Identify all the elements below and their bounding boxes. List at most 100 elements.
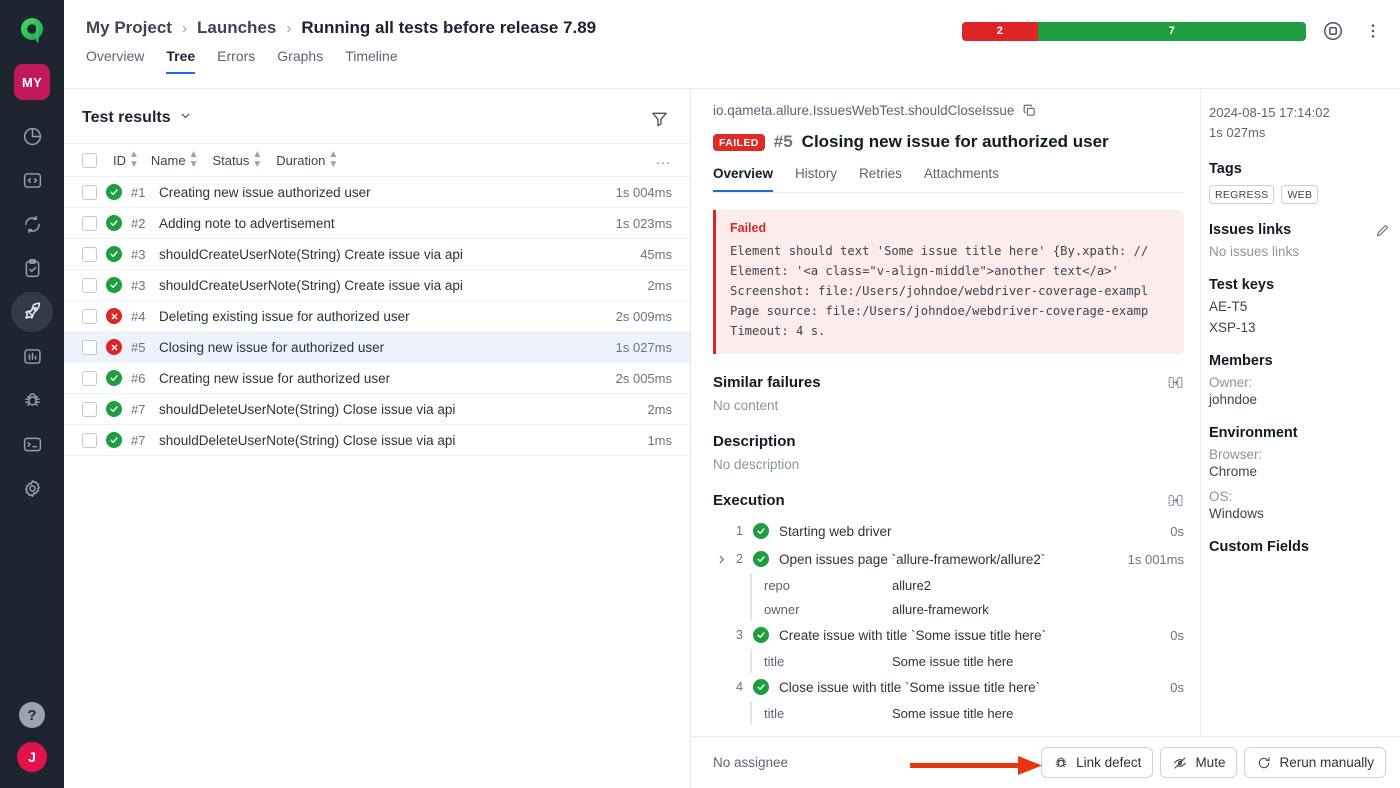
sidebar-item-launches[interactable] bbox=[11, 292, 53, 332]
row-checkbox[interactable] bbox=[82, 432, 97, 448]
tab-tree[interactable]: Tree bbox=[166, 48, 196, 74]
row-duration: 1s 027ms bbox=[615, 339, 672, 355]
expand-sections-icon[interactable] bbox=[1167, 374, 1184, 391]
test-results-title[interactable]: Test results bbox=[82, 109, 192, 127]
launch-tabs: Overview Tree Errors Graphs Timeline bbox=[80, 48, 1384, 74]
execution-step[interactable]: 3 Create issue with title `Some issue tit… bbox=[713, 621, 1184, 649]
sidebar-item-dashboard[interactable] bbox=[11, 116, 53, 156]
content-area: Test results ID ▲ ▼ Name ▲ ▼ Status ▲ ▼ … bbox=[64, 88, 1400, 788]
issues-links-header: Issues links bbox=[1209, 222, 1390, 238]
mute-button[interactable]: Mute bbox=[1160, 747, 1238, 778]
parameter-key: title bbox=[764, 653, 785, 669]
test-results-pane: Test results ID ▲ ▼ Name ▲ ▼ Status ▲ ▼ … bbox=[64, 89, 691, 788]
tab-overview-detail[interactable]: Overview bbox=[713, 166, 774, 192]
row-name: Deleting existing issue for authorized u… bbox=[159, 308, 410, 324]
avatar[interactable]: J bbox=[17, 742, 47, 772]
row-id: #4 bbox=[131, 308, 146, 324]
copy-icon[interactable] bbox=[1022, 103, 1037, 118]
tab-timeline[interactable]: Timeline bbox=[345, 48, 397, 74]
test-key-item[interactable]: AE-T5 bbox=[1209, 299, 1390, 314]
test-key-item[interactable]: XSP-13 bbox=[1209, 320, 1390, 335]
expand-sections-icon[interactable] bbox=[1167, 492, 1184, 509]
tab-errors[interactable]: Errors bbox=[217, 48, 255, 74]
row-checkbox[interactable] bbox=[82, 246, 97, 262]
allure-logo-icon[interactable] bbox=[14, 14, 50, 50]
row-duration: 2s 005ms bbox=[615, 370, 672, 386]
tab-retries[interactable]: Retries bbox=[859, 166, 902, 192]
link-defect-button[interactable]: Link defect bbox=[1041, 747, 1154, 778]
table-row[interactable]: #2 Adding note to advertisement 1s 023ms bbox=[64, 208, 690, 239]
table-row[interactable]: #1 Creating new issue authorized user 1s 0… bbox=[64, 177, 690, 208]
table-row[interactable]: #7 shouldDeleteUserNote(String) Close iss… bbox=[64, 425, 690, 456]
table-row[interactable]: #5 Closing new issue for authorized user 1… bbox=[64, 332, 690, 363]
test-results-header: Test results bbox=[64, 89, 690, 143]
breadcrumb-item-project[interactable]: My Project bbox=[86, 18, 172, 38]
row-name: shouldCreateUserNote(String) Create issu… bbox=[159, 277, 463, 293]
step-parameters: repo allure2 owner allure-framework bbox=[750, 573, 1184, 621]
filter-funnel-icon[interactable] bbox=[646, 105, 672, 131]
pencil-edit-icon[interactable] bbox=[1375, 223, 1390, 238]
column-header-name[interactable]: Name ▲ ▼ bbox=[151, 150, 199, 170]
project-badge[interactable]: MY bbox=[14, 64, 50, 100]
breadcrumb-item-launches[interactable]: Launches bbox=[197, 18, 276, 38]
column-header-duration[interactable]: Duration ▲ ▼ bbox=[276, 150, 338, 170]
table-row[interactable]: #6 Creating new issue for authorized user… bbox=[64, 363, 690, 394]
tab-history[interactable]: History bbox=[795, 166, 837, 192]
tab-attachments[interactable]: Attachments bbox=[924, 166, 999, 192]
sidebar-item-settings[interactable] bbox=[11, 468, 53, 508]
sidebar-item-sync[interactable] bbox=[11, 204, 53, 244]
table-row[interactable]: #3 shouldCreateUserNote(String) Create is… bbox=[64, 239, 690, 270]
tab-graphs[interactable]: Graphs bbox=[277, 48, 323, 74]
rerun-manually-button[interactable]: Rerun manually bbox=[1244, 747, 1386, 778]
sidebar-item-defects[interactable] bbox=[11, 380, 53, 420]
parameter-value: Some issue title here bbox=[892, 705, 1014, 721]
similar-failures-header: Similar failures bbox=[713, 374, 1184, 391]
sidebar-item-test-plan[interactable] bbox=[11, 248, 53, 288]
status-icon-passed bbox=[106, 401, 122, 417]
execution-step[interactable]: 1 Starting web driver 0s bbox=[713, 517, 1184, 545]
stop-circle-icon[interactable] bbox=[1320, 18, 1346, 44]
execution-step[interactable]: 4 Close issue with title `Some issue titl… bbox=[713, 673, 1184, 701]
row-checkbox[interactable] bbox=[82, 401, 97, 417]
step-duration: 0s bbox=[1170, 523, 1184, 539]
row-checkbox[interactable] bbox=[82, 339, 97, 355]
tag-badge[interactable]: WEB bbox=[1281, 185, 1319, 204]
mute-label: Mute bbox=[1195, 755, 1226, 770]
issues-links-title: Issues links bbox=[1209, 222, 1292, 238]
browser-value: Chrome bbox=[1209, 464, 1258, 479]
execution-step[interactable]: 2 Open issues page `allure-framework/allu… bbox=[713, 545, 1184, 573]
breadcrumb-item-current: Running all tests before release 7.89 bbox=[301, 18, 597, 37]
status-badge: FAILED bbox=[713, 133, 765, 151]
table-row[interactable]: #3 shouldCreateUserNote(String) Create is… bbox=[64, 270, 690, 301]
sidebar-item-code[interactable] bbox=[11, 160, 53, 200]
tag-badge[interactable]: REGRESS bbox=[1209, 185, 1275, 204]
table-row[interactable]: #7 shouldDeleteUserNote(String) Close iss… bbox=[64, 394, 690, 425]
column-header-id[interactable]: ID ▲ ▼ bbox=[113, 150, 139, 170]
tab-overview[interactable]: Overview bbox=[86, 48, 144, 74]
description-title: Description bbox=[713, 433, 796, 450]
sidebar-item-console[interactable] bbox=[11, 424, 53, 464]
help-icon[interactable]: ? bbox=[19, 702, 45, 728]
row-checkbox[interactable] bbox=[82, 370, 97, 386]
chevron-right-icon[interactable] bbox=[713, 554, 729, 565]
row-name: shouldDeleteUserNote(String) Close issue… bbox=[159, 432, 456, 448]
row-checkbox[interactable] bbox=[82, 277, 97, 293]
row-name: shouldCreateUserNote(String) Create issu… bbox=[159, 246, 463, 262]
row-checkbox[interactable] bbox=[82, 215, 97, 231]
row-checkbox[interactable] bbox=[82, 308, 97, 324]
row-id: #1 bbox=[131, 184, 146, 200]
test-keys-title: Test keys bbox=[1209, 277, 1275, 293]
sidebar-item-analytics[interactable] bbox=[11, 336, 53, 376]
test-title-row: FAILED #5 Closing new issue for authoriz… bbox=[713, 132, 1184, 152]
tags-list: REGRESS WEB bbox=[1209, 185, 1390, 204]
table-options-icon[interactable]: … bbox=[655, 152, 672, 168]
column-header-status[interactable]: Status ▲ ▼ bbox=[213, 150, 263, 170]
row-duration: 1s 004ms bbox=[615, 184, 672, 200]
assignee-label[interactable]: No assignee bbox=[713, 755, 788, 770]
row-checkbox[interactable] bbox=[82, 184, 97, 200]
step-number: 4 bbox=[736, 680, 743, 694]
row-duration: 2s 009ms bbox=[615, 308, 672, 324]
kebab-menu-icon[interactable] bbox=[1360, 18, 1386, 44]
select-all-checkbox[interactable] bbox=[82, 152, 97, 168]
table-row[interactable]: #4 Deleting existing issue for authorized… bbox=[64, 301, 690, 332]
